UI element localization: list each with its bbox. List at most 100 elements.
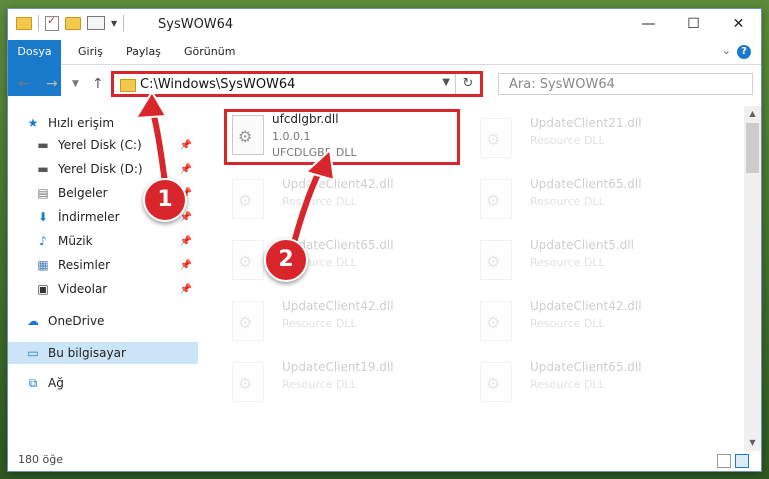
tab-share[interactable]: Paylaş: [126, 40, 161, 64]
navigation-bar: ← → ▼ ↑ C:\Windows\SysWOW64 ▼ ↻ Ara: Sys…: [8, 66, 761, 102]
sidebar-item-network[interactable]: ⧉ Ağ: [26, 372, 216, 394]
file-item[interactable]: ⚙ UpdateClient65.dll Resource DLL: [224, 234, 460, 290]
gear-icon: ⚙: [238, 127, 253, 146]
search-placeholder: Ara: SysWOW64: [509, 77, 615, 92]
ribbon-tabs: Dosya Giriş Paylaş Görünüm ⌄ ?: [8, 40, 761, 96]
file-item[interactable]: ⚙ UpdateClient42.dll Resource DLL: [224, 295, 460, 351]
tab-home[interactable]: Giriş: [78, 40, 103, 64]
help-icon[interactable]: ?: [737, 45, 751, 59]
minimize-button[interactable]: —: [626, 9, 671, 39]
documents-icon: ▤: [37, 186, 49, 200]
drive-icon: ▬: [37, 162, 49, 176]
back-arrow-icon[interactable]: ←: [18, 76, 30, 92]
maximize-button[interactable]: ☐: [671, 9, 716, 39]
file-item[interactable]: ⚙ UpdateClient65.dll Resource DLL: [472, 173, 708, 229]
file-description: Resource DLL: [530, 378, 605, 391]
step-1-badge: 1: [143, 178, 187, 222]
recent-locations-icon[interactable]: ▼: [72, 79, 79, 89]
dll-file-icon: ⚙: [232, 362, 264, 402]
sidebar-item-music[interactable]: ♪ Müzik 📌: [36, 230, 198, 252]
video-icon: ▣: [37, 282, 49, 296]
file-item[interactable]: ⚙ UpdateClient42.dll Resource DLL: [472, 295, 708, 351]
sidebar-item-label: Yerel Disk (D:): [58, 162, 143, 176]
gear-icon: ⚙: [238, 313, 253, 332]
address-bar[interactable]: C:\Windows\SysWOW64 ▼ ↻: [111, 71, 483, 97]
pin-icon: 📌: [179, 283, 192, 295]
file-name: UpdateClient5.dll: [530, 238, 634, 252]
file-item[interactable]: ⚙ UpdateClient19.dll Resource DLL: [224, 356, 460, 412]
new-folder-icon[interactable]: [65, 16, 81, 30]
status-bar: 180 öğe: [8, 451, 761, 471]
gear-icon: ⚙: [486, 252, 501, 271]
folder-icon: [120, 79, 136, 92]
gear-icon: ⚙: [486, 130, 501, 149]
sidebar-item-label: Resimler: [58, 258, 111, 272]
quick-access-toolbar: ▼: [16, 14, 125, 31]
sidebar-item-label: Ağ: [48, 376, 64, 390]
file-description: UFCDLGBR DLL: [272, 146, 357, 159]
gear-icon: ⚙: [486, 191, 501, 210]
file-description: Resource DLL: [530, 317, 605, 330]
sidebar-item-videos[interactable]: ▣ Videolar 📌: [36, 278, 198, 300]
properties-check-icon[interactable]: [45, 14, 59, 31]
vertical-scrollbar[interactable]: ▲ ▼: [744, 106, 761, 451]
tab-view[interactable]: Görünüm: [184, 40, 235, 64]
window-controls: — ☐ ✕: [626, 9, 761, 39]
dll-file-icon: ⚙: [480, 240, 512, 280]
window-title: SysWOW64: [158, 17, 234, 32]
sidebar-item-label: Belgeler: [58, 186, 108, 200]
file-description: Resource DLL: [282, 195, 357, 208]
scroll-down-icon[interactable]: ▼: [744, 435, 761, 451]
address-path[interactable]: C:\Windows\SysWOW64: [140, 77, 295, 92]
file-item[interactable]: ⚙ UpdateClient5.dll Resource DLL: [472, 234, 708, 290]
customize-toolbar-icon[interactable]: [87, 16, 105, 30]
file-version: 1.0.0.1: [272, 130, 311, 143]
forward-arrow-icon[interactable]: →: [46, 76, 58, 92]
computer-icon: ▭: [27, 346, 39, 360]
file-item-ufcdlgbr[interactable]: ⚙ ufcdlgbr.dll 1.0.0.1 UFCDLGBR DLL: [224, 109, 460, 165]
file-name: UpdateClient42.dll: [530, 299, 642, 313]
file-item[interactable]: ⚙ UpdateClient21.dll Resource DLL: [472, 112, 708, 168]
file-name: UpdateClient19.dll: [282, 360, 394, 374]
close-button[interactable]: ✕: [716, 9, 761, 39]
drive-icon: ▬: [37, 138, 49, 152]
details-view-icon[interactable]: [717, 454, 731, 468]
up-arrow-icon[interactable]: ↑: [92, 76, 104, 92]
chevron-down-icon[interactable]: ▼: [111, 19, 117, 28]
folder-icon: [16, 16, 32, 30]
pin-icon: 📌: [179, 139, 192, 151]
sidebar-item-this-pc[interactable]: ▭ Bu bilgisayar: [8, 342, 198, 364]
search-input[interactable]: Ara: SysWOW64: [498, 73, 753, 95]
gear-icon: ⚙: [238, 374, 253, 393]
file-name: ufcdlgbr.dll: [272, 112, 339, 126]
file-item[interactable]: ⚙ UpdateClient65.dll Resource DLL: [472, 356, 708, 412]
refresh-icon[interactable]: ↻: [455, 74, 480, 94]
large-icons-view-icon[interactable]: [735, 454, 749, 468]
scroll-up-icon[interactable]: ▲: [744, 106, 761, 122]
sidebar-item-pictures[interactable]: ▦ Resimler 📌: [36, 254, 198, 276]
sidebar-item-quick-access[interactable]: ★ Hızlı erişim: [26, 112, 216, 134]
sidebar-item-drive-c[interactable]: ▬ Yerel Disk (C:) 📌: [36, 134, 198, 156]
expand-ribbon-icon[interactable]: ⌄: [722, 44, 731, 57]
pin-icon: 📌: [179, 259, 192, 271]
dll-file-icon: ⚙: [480, 179, 512, 219]
download-icon: ⬇: [37, 210, 49, 224]
title-bar: ▼ SysWOW64 — ☐ ✕: [8, 9, 761, 40]
scrollbar-thumb[interactable]: [746, 123, 759, 173]
gear-icon: ⚙: [238, 191, 253, 210]
divider: [38, 15, 39, 31]
item-count: 180 öğe: [18, 453, 63, 466]
chevron-down-icon[interactable]: ▼: [442, 77, 450, 88]
sidebar-item-onedrive[interactable]: ☁ OneDrive: [26, 310, 216, 332]
sidebar-item-label: Hızlı erişim: [48, 116, 115, 130]
sidebar-item-drive-d[interactable]: ▬ Yerel Disk (D:) 📌: [36, 158, 198, 180]
file-item[interactable]: ⚙ UpdateClient42.dll Resource DLL: [224, 173, 460, 229]
file-name: UpdateClient65.dll: [530, 360, 642, 374]
file-name: UpdateClient65.dll: [530, 177, 642, 191]
dll-file-icon: ⚙: [232, 179, 264, 219]
cloud-icon: ☁: [27, 314, 39, 328]
sidebar-item-label: İndirmeler: [58, 210, 120, 224]
sidebar-item-label: Videolar: [58, 282, 108, 296]
file-name: UpdateClient42.dll: [282, 299, 394, 313]
explorer-window: ▼ SysWOW64 — ☐ ✕ Dosya Giriş Paylaş Görü…: [8, 9, 761, 471]
